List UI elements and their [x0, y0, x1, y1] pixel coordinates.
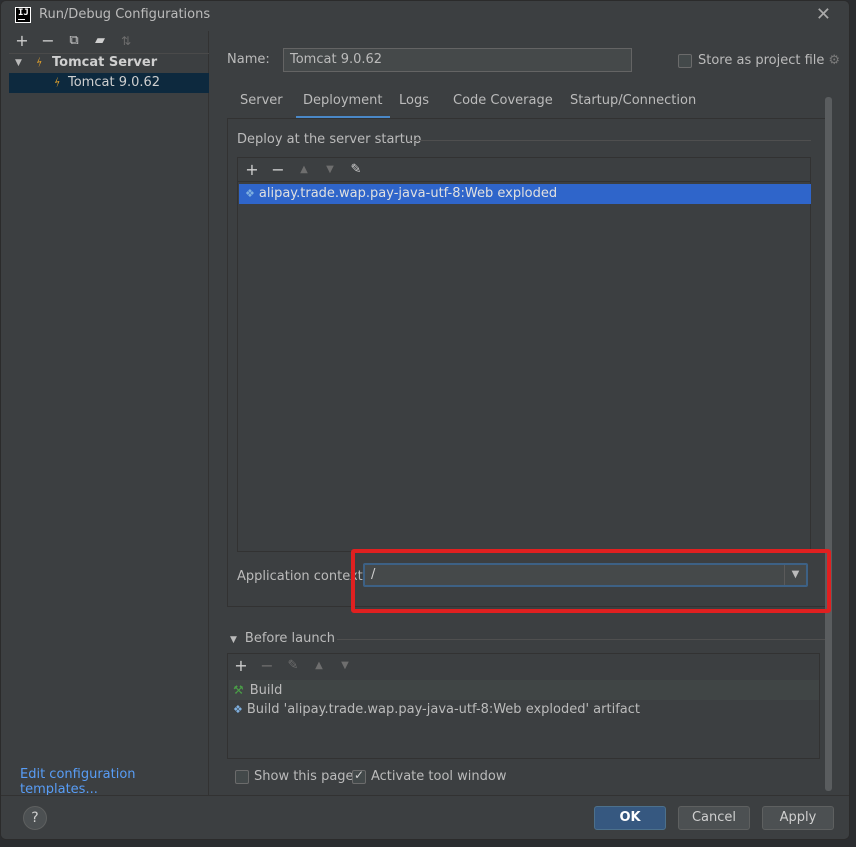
add-icon[interactable]: +	[12, 31, 32, 51]
name-label: Name:	[227, 52, 270, 67]
dialog-button-bar: ? OK Cancel Apply	[1, 795, 849, 839]
intellij-app-icon: IJ	[15, 7, 31, 23]
configuration-editor: Name: Tomcat 9.0.62 Store as project fil…	[210, 31, 849, 795]
tab-deployment[interactable]: Deployment	[296, 89, 390, 119]
artifact-icon: ❖	[245, 187, 255, 200]
gear-icon[interactable]: ⚙	[828, 53, 840, 68]
tomcat-icon: ⚡	[33, 55, 47, 71]
remove-icon[interactable]: −	[38, 31, 58, 51]
before-launch-item-label: Build	[249, 683, 283, 698]
deploy-section-title: Deploy at the server startup	[237, 132, 422, 147]
folder-icon[interactable]: ▰	[90, 31, 110, 51]
before-launch-item[interactable]: ❖ Build 'alipay.trade.wap.pay-java-utf-8:…	[229, 700, 819, 720]
tab-code-coverage[interactable]: Code Coverage	[453, 89, 553, 119]
title-bar: IJ Run/Debug Configurations ✕	[1, 1, 849, 31]
apply-button[interactable]: Apply	[762, 806, 834, 830]
application-context-field[interactable]: / ▼	[363, 563, 808, 587]
ok-button[interactable]: OK	[594, 806, 666, 830]
copy-icon[interactable]: ⧉	[64, 31, 84, 51]
tree-group-tomcat-server[interactable]: ▼ ⚡ Tomcat Server	[9, 53, 209, 73]
show-this-page-checkbox[interactable]	[235, 769, 249, 784]
move-up-icon[interactable]: ▲	[309, 656, 329, 676]
artifact-list-toolbar: + − ▲ ▼ ✎	[238, 158, 810, 182]
before-launch-title: Before launch	[244, 631, 336, 646]
artifact-icon: ❖	[233, 703, 243, 716]
move-up-icon[interactable]: ▲	[294, 160, 314, 180]
name-field[interactable]: Tomcat 9.0.62	[283, 48, 632, 72]
tree-item-label: Tomcat 9.0.62	[68, 75, 161, 90]
before-launch-toggle[interactable]: ▼ Before launch	[230, 631, 335, 646]
activate-tool-window-checkbox[interactable]	[352, 768, 366, 784]
chevron-down-icon[interactable]: ▼	[230, 635, 237, 645]
run-debug-dialog: IJ Run/Debug Configurations ✕ + − ⧉ ▰ ⇅ …	[0, 0, 850, 840]
artifact-list-item[interactable]: ❖ alipay.trade.wap.pay-java-utf-8:Web exp…	[239, 184, 811, 204]
edit-configuration-templates-link[interactable]: Edit configuration templates...	[20, 767, 208, 797]
store-as-project-file-label: Store as project file	[698, 53, 825, 68]
sidebar-toolbar: + − ⧉ ▰ ⇅	[1, 31, 209, 53]
artifact-label: alipay.trade.wap.pay-java-utf-8:Web expl…	[258, 186, 558, 201]
move-down-icon[interactable]: ▼	[335, 656, 355, 676]
tab-logs[interactable]: Logs	[399, 89, 429, 119]
artifact-list: + − ▲ ▼ ✎ ❖ alipay.trade.wap.pay-java-utf…	[237, 157, 811, 552]
remove-icon[interactable]: −	[257, 656, 277, 676]
activate-tool-window-label: Activate tool window	[371, 769, 507, 784]
sort-icon[interactable]: ⇅	[116, 31, 136, 51]
help-button[interactable]: ?	[23, 806, 47, 830]
move-down-icon[interactable]: ▼	[320, 160, 340, 180]
tab-startup-connection[interactable]: Startup/Connection	[570, 89, 696, 119]
window-title: Run/Debug Configurations	[39, 7, 211, 22]
application-context-value: /	[371, 567, 376, 582]
close-icon[interactable]: ✕	[816, 4, 831, 25]
chevron-down-icon[interactable]: ▼	[15, 53, 22, 73]
show-this-page-option[interactable]: Show this page	[235, 769, 354, 784]
tab-server[interactable]: Server	[240, 89, 283, 119]
activate-tool-window-option[interactable]: Activate tool window	[352, 768, 507, 784]
store-as-project-file-checkbox[interactable]	[678, 53, 692, 68]
cancel-button[interactable]: Cancel	[678, 806, 750, 830]
add-icon[interactable]: +	[231, 656, 251, 676]
edit-pencil-icon[interactable]: ✎	[346, 160, 366, 180]
before-launch-item[interactable]: ⚒ Build	[229, 680, 819, 700]
deployment-panel: Deploy at the server startup + − ▲ ▼ ✎ ❖…	[227, 119, 828, 607]
chevron-down-icon[interactable]: ▼	[784, 565, 806, 585]
configurations-sidebar: + − ⧉ ▰ ⇅ ▼ ⚡ Tomcat Server ⚡ Tomcat 9.0…	[1, 31, 209, 797]
add-icon[interactable]: +	[242, 160, 262, 180]
before-launch-toolbar: + − ✎ ▲ ▼	[228, 654, 819, 678]
before-launch-divider	[337, 639, 827, 640]
before-launch-list: + − ✎ ▲ ▼ ⚒ Build ❖ Build 'alipay.trade.wa…	[227, 653, 820, 759]
tree-group-label: Tomcat Server	[52, 55, 158, 70]
tomcat-icon: ⚡	[51, 75, 65, 91]
store-as-project-file[interactable]: Store as project file ⚙	[678, 53, 840, 68]
tree-item-tomcat-9-0-62[interactable]: ⚡ Tomcat 9.0.62	[9, 73, 209, 93]
before-launch-item-label: Build 'alipay.trade.wap.pay-java-utf-8:W…	[246, 702, 640, 717]
vertical-scrollbar[interactable]	[825, 97, 832, 791]
application-context-label: Application context:	[237, 569, 368, 584]
show-this-page-label: Show this page	[254, 769, 354, 784]
hammer-icon: ⚒	[233, 683, 244, 697]
section-divider	[408, 140, 811, 141]
remove-icon[interactable]: −	[268, 160, 288, 180]
edit-pencil-icon[interactable]: ✎	[283, 656, 303, 676]
